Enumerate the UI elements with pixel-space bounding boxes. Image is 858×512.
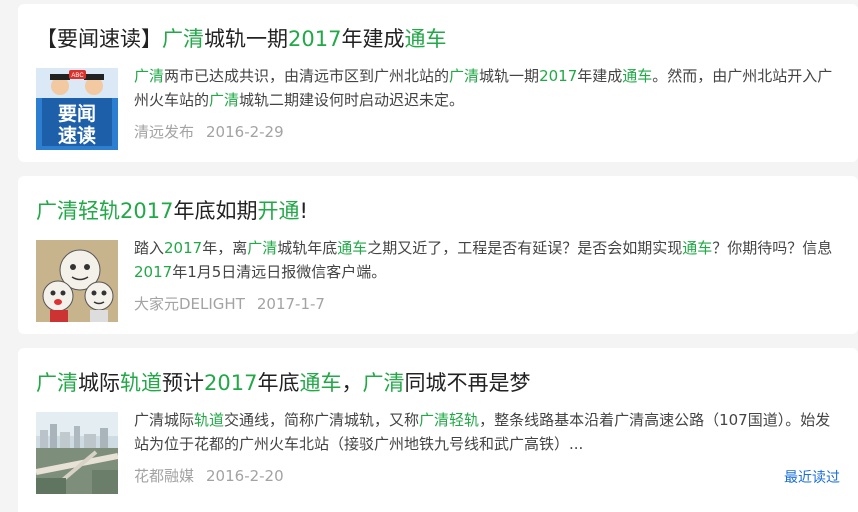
highlighted-keyword: 通车: [622, 67, 653, 85]
highlighted-keyword: 通车: [337, 239, 368, 257]
highlighted-keyword: 轨道: [194, 411, 225, 429]
result-date: 2016-2-29: [206, 123, 284, 141]
highlighted-keyword: 广清轻轨: [419, 411, 480, 429]
result-snippet: 广清两市已达成共识，由清远市区到广州北站的广清城轨一期2017年建成通车。然而，…: [134, 64, 834, 112]
highlighted-keyword: 2017: [204, 371, 258, 395]
highlighted-keyword: 通车: [299, 371, 342, 395]
result-source: 清远发布: [134, 123, 195, 141]
result-snippet: 广清城际轨道交通线，简称广清城轨，又称广清轻轨，整条线路基本沿着广清高速公路（1…: [134, 408, 834, 456]
text-segment: ？你期待吗？信息: [712, 239, 833, 257]
text-segment: 年底: [257, 371, 300, 395]
highlighted-keyword: 广清: [36, 371, 78, 395]
highlighted-keyword: 广清: [36, 199, 78, 223]
result-date: 2016-2-20: [206, 467, 284, 485]
text-segment: 【要闻速读】: [36, 27, 162, 51]
result-source: 花都融媒: [134, 467, 195, 485]
highlighted-keyword: 广清: [449, 67, 480, 85]
result-title[interactable]: 【要闻速读】广清城轨一期2017年建成通车: [36, 26, 446, 52]
text-segment: 两市已达成共识，由清远市区到广州北站的: [164, 67, 450, 85]
city-photo-thumbnail: [36, 412, 118, 494]
text-segment: 广清城际: [134, 411, 195, 429]
highlighted-keyword: 通车: [404, 27, 447, 51]
result-source: 大家元DELIGHT: [134, 295, 245, 313]
result-snippet: 踏入2017年，离广清城轨年底通车之期又近了，工程是否有延误？是否会如期实现通车…: [134, 236, 834, 284]
highlighted-keyword: 广清: [134, 67, 165, 85]
thumbnail-text-line1: 要闻: [58, 102, 96, 125]
thumbnail-text-line2: 速读: [58, 124, 96, 147]
highlighted-keyword: 轻轨: [78, 199, 120, 223]
text-segment: 年，离: [202, 239, 248, 257]
thumbnail-badge-text: ABC: [71, 73, 84, 79]
text-segment: 年底如期: [173, 199, 258, 223]
text-segment: 城轨一期: [204, 27, 288, 51]
result-meta: 清远发布 2016-2-29: [134, 122, 284, 142]
highlighted-keyword: 广清: [209, 91, 240, 109]
text-segment: 踏入: [134, 239, 165, 257]
text-segment: 城轨一期: [479, 67, 540, 85]
text-segment: 城际: [78, 371, 120, 395]
highlighted-keyword: 广清: [362, 371, 405, 395]
highlighted-keyword: 2017: [120, 199, 174, 223]
thumbnail-image[interactable]: [36, 412, 118, 494]
thumbnail-image[interactable]: ABC 要闻 速读: [36, 68, 118, 150]
highlighted-keyword: 通车: [682, 239, 713, 257]
text-segment: 交通线，简称广清城轨，又称: [224, 411, 420, 429]
highlighted-keyword: 2017: [164, 239, 203, 257]
result-card[interactable]: 广清城际轨道预计2017年底通车，广清同城不再是梦 广清城际轨道交通线，简称广清…: [18, 348, 858, 512]
thumbnail-image[interactable]: [36, 240, 118, 322]
highlighted-keyword: 广清: [247, 239, 278, 257]
highlighted-keyword: 2017: [134, 263, 173, 281]
text-segment: 之期又近了，工程是否有延误？是否会如期实现: [367, 239, 683, 257]
highlighted-keyword: 2017: [288, 27, 342, 51]
text-segment: 预计: [162, 371, 204, 395]
text-segment: 年1月5日清远日报微信客户端。: [172, 263, 387, 281]
text-segment: !: [299, 199, 308, 223]
highlighted-keyword: 2017: [539, 67, 578, 85]
news-digest-thumbnail: ABC 要闻 速读: [36, 68, 118, 150]
cartoon-characters-thumbnail: [36, 240, 118, 322]
text-segment: 城轨年底: [277, 239, 338, 257]
recently-read-link[interactable]: 最近读过: [784, 467, 840, 487]
result-title[interactable]: 广清城际轨道预计2017年底通车，广清同城不再是梦: [36, 370, 530, 396]
result-title[interactable]: 广清轻轨2017年底如期开通!: [36, 198, 308, 224]
text-segment: 城轨二期建设何时启动迟迟未定。: [239, 91, 465, 109]
text-segment: ，: [341, 371, 363, 395]
highlighted-keyword: 轨道: [120, 371, 162, 395]
highlighted-keyword: 广清: [162, 27, 204, 51]
result-card[interactable]: 广清轻轨2017年底如期开通! 踏入2017年，离广清城轨年底通车之期又近了，工…: [18, 176, 858, 334]
result-card[interactable]: 【要闻速读】广清城轨一期2017年建成通车 ABC 要闻 速读 广清两市已达成共…: [18, 4, 858, 162]
result-meta: 大家元DELIGHT 2017-1-7: [134, 294, 325, 314]
result-date: 2017-1-7: [256, 295, 325, 313]
text-segment: 年建成: [577, 67, 623, 85]
highlighted-keyword: 开通: [257, 199, 300, 223]
text-segment: 同城不再是梦: [404, 371, 531, 395]
text-segment: 年建成: [341, 27, 405, 51]
result-meta: 花都融媒 2016-2-20: [134, 466, 284, 486]
